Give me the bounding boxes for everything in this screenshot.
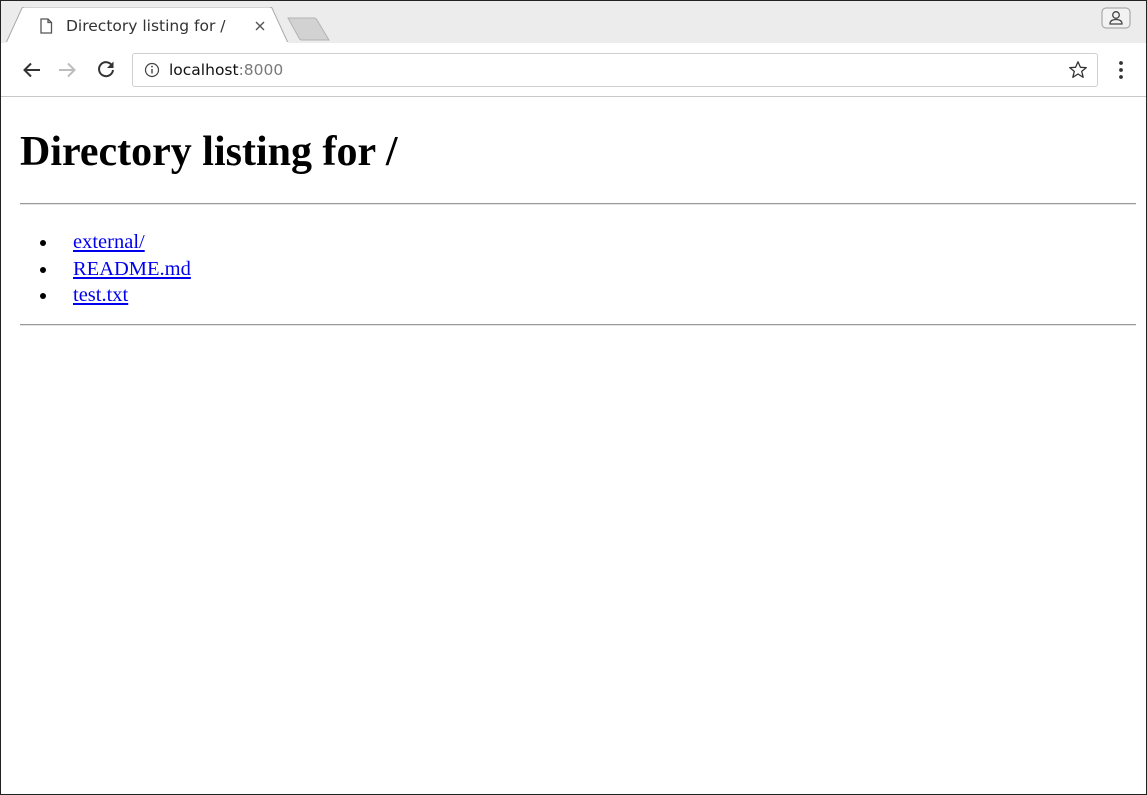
file-link-test-txt[interactable]: test.txt <box>73 284 128 306</box>
browser-window: Directory listing for / localhost:8000 D… <box>0 0 1147 795</box>
tab-title: Directory listing for / <box>66 17 226 35</box>
page-icon <box>40 18 53 34</box>
divider-top <box>20 203 1136 205</box>
url-port: :8000 <box>238 61 284 79</box>
page-content: Directory listing for / external/ README… <box>1 97 1146 794</box>
new-tab-button[interactable] <box>284 17 336 41</box>
bullet <box>40 293 46 299</box>
file-link-readme[interactable]: README.md <box>73 258 191 280</box>
address-bar[interactable]: localhost:8000 <box>132 53 1098 87</box>
back-arrow-icon[interactable] <box>21 59 43 81</box>
info-icon[interactable] <box>144 62 160 78</box>
file-link-external[interactable]: external/ <box>73 231 145 253</box>
tab-strip: Directory listing for / <box>1 1 1146 43</box>
star-icon[interactable] <box>1068 60 1088 80</box>
bullet <box>40 266 46 273</box>
file-list: external/ README.md test.txt <box>37 229 191 309</box>
tab-title-fade <box>226 13 250 39</box>
divider-bottom <box>20 324 1136 326</box>
tab-directory-listing[interactable]: Directory listing for / <box>6 7 288 43</box>
url-text[interactable]: localhost:8000 <box>169 59 283 81</box>
list-item: external/ <box>37 229 191 256</box>
url-host: localhost <box>169 61 239 79</box>
list-item: README.md <box>37 256 191 283</box>
browser-toolbar: localhost:8000 <box>1 43 1146 97</box>
page-title: Directory listing for / <box>20 129 398 175</box>
close-icon[interactable] <box>253 19 267 33</box>
bullet <box>40 240 46 246</box>
kebab-menu-icon[interactable] <box>1111 59 1131 81</box>
profile-icon[interactable] <box>1101 7 1131 29</box>
list-item: test.txt <box>37 282 191 309</box>
forward-arrow-icon[interactable] <box>56 59 78 81</box>
reload-icon[interactable] <box>95 59 117 81</box>
